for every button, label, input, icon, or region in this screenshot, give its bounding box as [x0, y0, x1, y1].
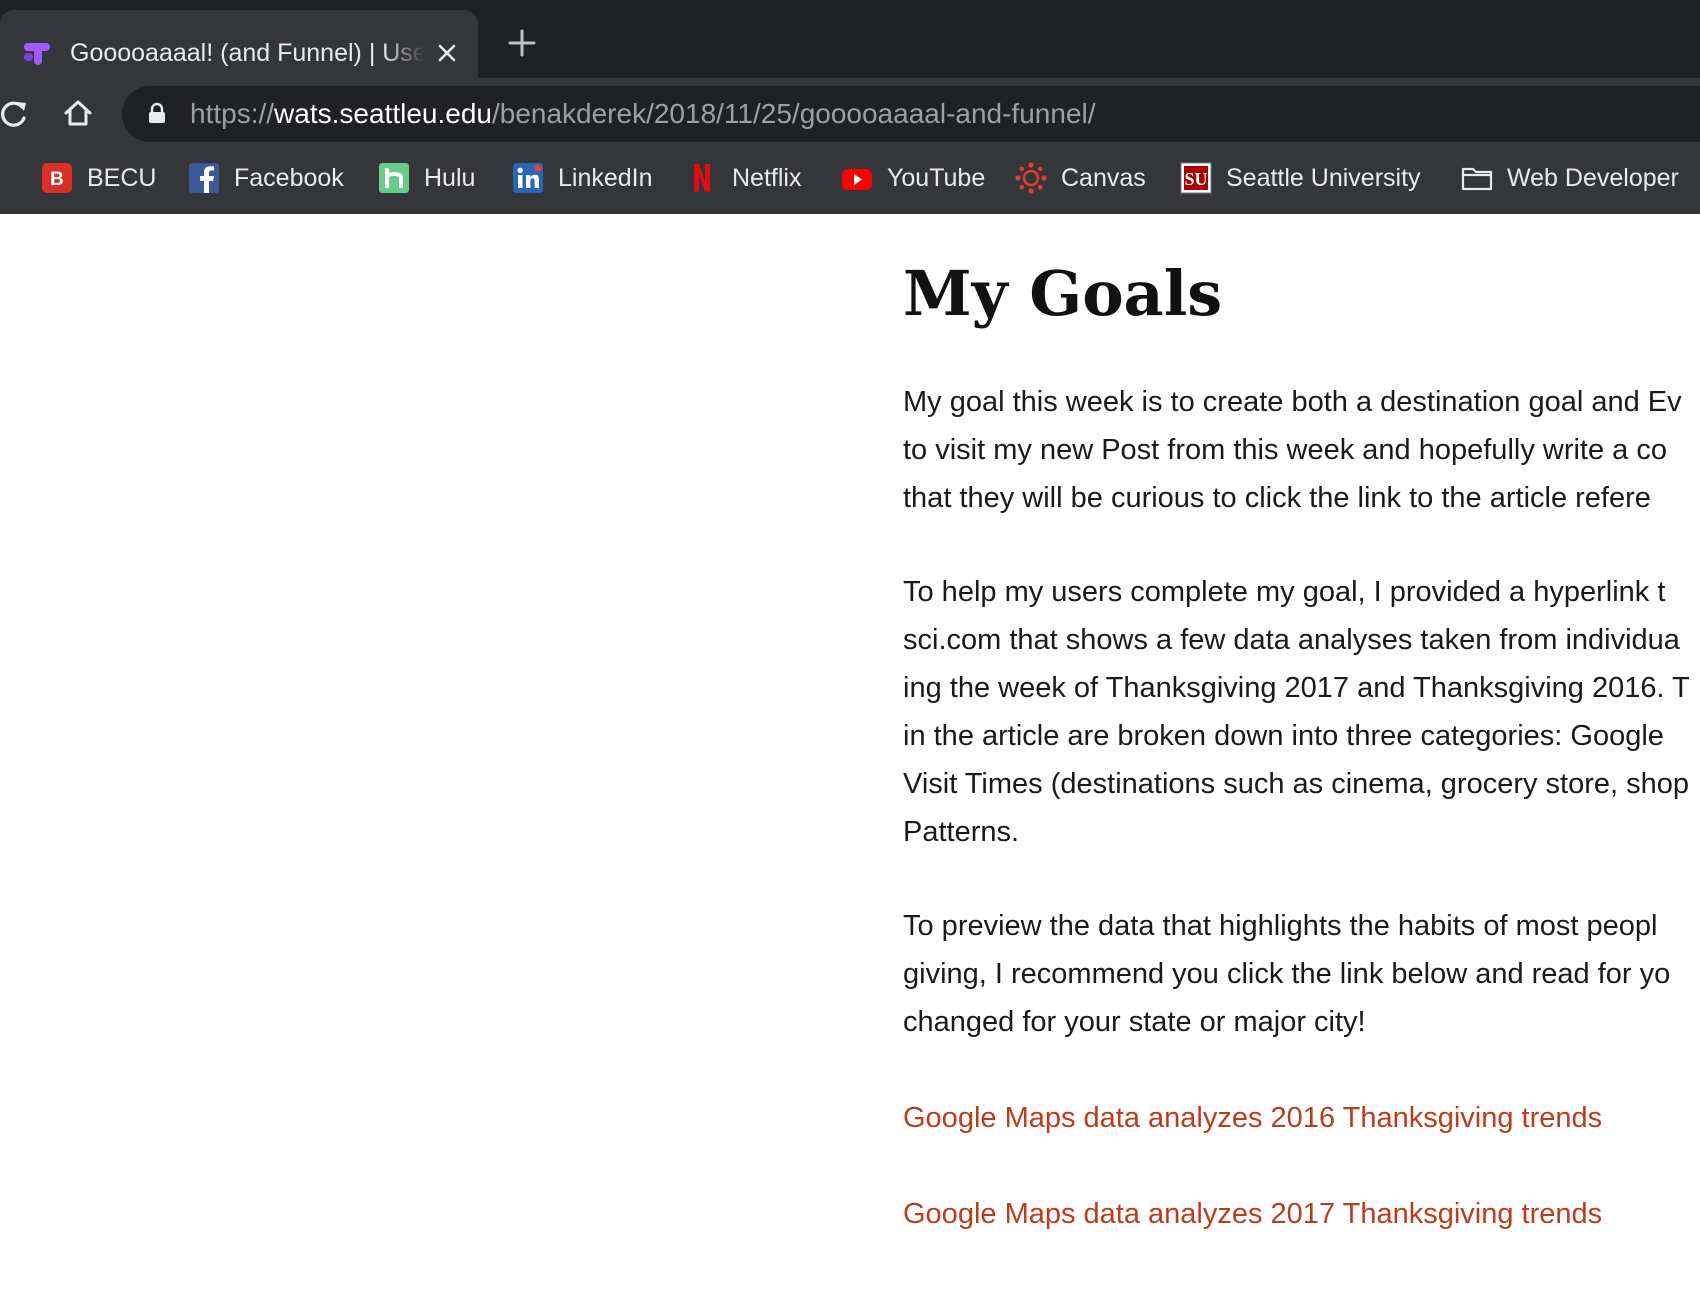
- bookmark-canvas[interactable]: Canvas: [1015, 150, 1146, 206]
- post-content: My Goals My goal this week is to create …: [903, 214, 1700, 1238]
- bookmark-label: Canvas: [1061, 163, 1146, 192]
- page-title: My Goals: [903, 257, 1223, 330]
- paragraph-line: that they will be curious to click the l…: [903, 482, 1651, 514]
- close-tab-icon[interactable]: [432, 38, 462, 68]
- tab-strip: Gooooaaaal! (and Funnel) | User: [0, 0, 1700, 78]
- bookmark-label: Hulu: [424, 163, 476, 192]
- bookmark-netflix[interactable]: Netflix: [686, 150, 801, 206]
- bookmark-label: YouTube: [887, 163, 986, 192]
- svg-text:SU: SU: [1184, 169, 1207, 189]
- bookmark-becu[interactable]: B BECU: [41, 150, 156, 206]
- bookmark-seattle-university[interactable]: SU Seattle University: [1180, 150, 1421, 206]
- paragraph-line: Visit Times (destinations such as cinema…: [903, 768, 1690, 800]
- netflix-icon: [694, 164, 710, 192]
- bookmark-label: Netflix: [732, 163, 802, 192]
- seattle-university-icon: SU: [1180, 162, 1212, 194]
- paragraph-line: Patterns.: [903, 816, 1020, 848]
- browser-tab[interactable]: Gooooaaaal! (and Funnel) | User: [0, 10, 478, 78]
- folder-icon: [1461, 167, 1493, 191]
- analytics-favicon-icon: [24, 43, 50, 65]
- paragraph-line: To preview the data that highlights the …: [903, 910, 1658, 942]
- paragraph-line: My goal this week is to create both a de…: [903, 386, 1682, 418]
- canvas-icon: [1015, 162, 1047, 194]
- paragraph-help: To help my users complete my goal, I pro…: [903, 568, 1700, 856]
- bookmark-label: BECU: [87, 163, 157, 192]
- paragraph-line: in the article are broken down into thre…: [903, 720, 1664, 752]
- bookmarks-bar: n B BECU Facebook Hulu: [0, 150, 1700, 206]
- becu-icon: B: [42, 163, 72, 193]
- reload-icon[interactable]: [0, 98, 30, 130]
- hulu-icon: [379, 163, 409, 193]
- paragraph-preview: To preview the data that highlights the …: [903, 902, 1700, 1046]
- bookmark-label: Seattle University: [1226, 163, 1421, 192]
- paragraph-line: To help my users complete my goal, I pro…: [903, 576, 1666, 608]
- url-path: /benakderek/2018/11/25/gooooaaaal-and-fu…: [491, 98, 1096, 129]
- bookmark-linkedin[interactable]: LinkedIn: [512, 150, 653, 206]
- paragraph-line: ing the week of Thanksgiving 2017 and Th…: [903, 672, 1690, 704]
- bookmark-label: LinkedIn: [558, 163, 653, 192]
- bookmark-hulu[interactable]: Hulu: [378, 150, 475, 206]
- tab-title: Gooooaaaal! (and Funnel) | User: [70, 39, 425, 67]
- article-link-2017[interactable]: Google Maps data analyzes 2017 Thanksgiv…: [903, 1190, 1700, 1238]
- url-host: wats.seattleu.edu: [274, 98, 492, 129]
- bookmark-label: Web Developer: [1507, 163, 1679, 192]
- address-bar[interactable]: https://wats.seattleu.edu/benakderek/201…: [122, 86, 1700, 142]
- bookmark-facebook[interactable]: Facebook: [188, 150, 344, 206]
- url-scheme: https://: [190, 98, 275, 129]
- paragraph-line: changed for your state or major city!: [903, 1006, 1366, 1038]
- url-text[interactable]: https://wats.seattleu.edu/benakderek/201…: [190, 95, 1096, 133]
- lock-icon[interactable]: [148, 102, 166, 124]
- bookmark-label: Facebook: [234, 163, 344, 192]
- new-tab-icon[interactable]: [505, 26, 539, 60]
- paragraph-line: to visit my new Post from this week and …: [903, 434, 1667, 466]
- bookmark-youtube[interactable]: YouTube: [841, 150, 985, 206]
- paragraph-line: giving, I recommend you click the link b…: [903, 958, 1671, 990]
- youtube-icon: [842, 169, 872, 190]
- paragraph-line: sci.com that shows a few data analyses t…: [903, 624, 1680, 656]
- home-icon[interactable]: [62, 97, 94, 129]
- bookmark-web-developer[interactable]: Web Developer: [1461, 150, 1679, 206]
- article-link-2016[interactable]: Google Maps data analyzes 2016 Thanksgiv…: [903, 1094, 1700, 1142]
- svg-text:B: B: [50, 169, 64, 190]
- facebook-icon: [189, 163, 219, 193]
- linkedin-icon: [513, 163, 543, 193]
- paragraph-goal: My goal this week is to create both a de…: [903, 378, 1700, 522]
- browser-chrome: Gooooaaaal! (and Funnel) | User https://…: [0, 0, 1700, 214]
